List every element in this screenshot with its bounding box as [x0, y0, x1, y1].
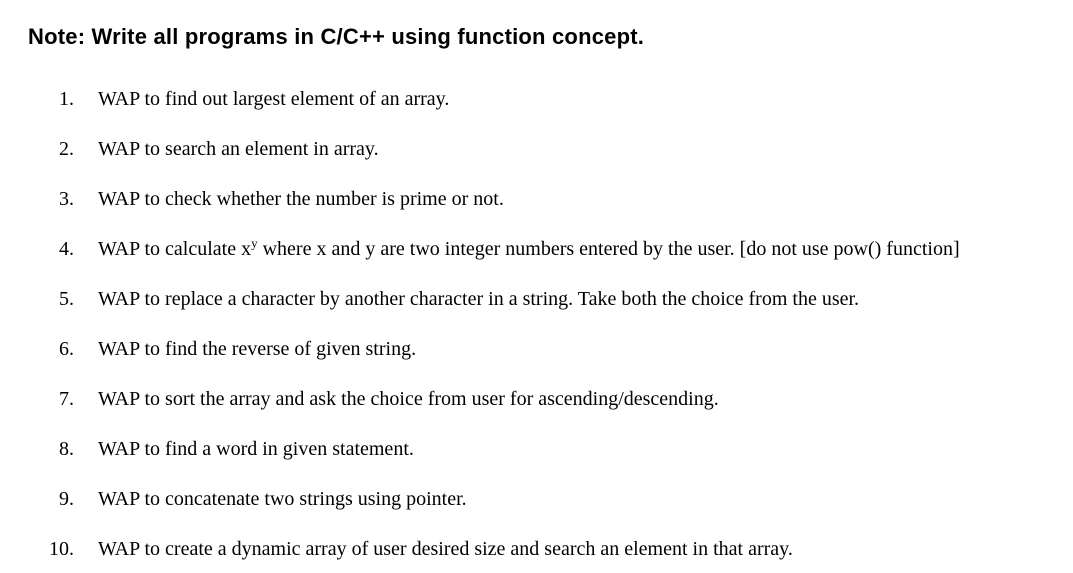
- item-number: 3.: [48, 180, 98, 218]
- item-number: 4.: [48, 230, 98, 268]
- item-number: 10.: [48, 530, 98, 568]
- list-item: 5. WAP to replace a character by another…: [48, 280, 1045, 318]
- list-item: 3. WAP to check whether the number is pr…: [48, 180, 1045, 218]
- item-text: WAP to sort the array and ask the choice…: [98, 380, 1045, 418]
- item-text: WAP to find a word in given statement.: [98, 430, 1045, 468]
- item-text: WAP to replace a character by another ch…: [98, 280, 1045, 318]
- item-number: 8.: [48, 430, 98, 468]
- item-text: WAP to find out largest element of an ar…: [98, 80, 1045, 118]
- item-text: WAP to create a dynamic array of user de…: [98, 530, 1045, 568]
- item-text: WAP to search an element in array.: [98, 130, 1045, 168]
- document-heading: Note: Write all programs in C/C++ using …: [28, 24, 1045, 50]
- list-item: 4. WAP to calculate xy where x and y are…: [48, 230, 1045, 268]
- list-item: 10. WAP to create a dynamic array of use…: [48, 530, 1045, 568]
- item-text: WAP to find the reverse of given string.: [98, 330, 1045, 368]
- item-number: 6.: [48, 330, 98, 368]
- item-number: 1.: [48, 80, 98, 118]
- list-item: 7. WAP to sort the array and ask the cho…: [48, 380, 1045, 418]
- list-item: 2. WAP to search an element in array.: [48, 130, 1045, 168]
- item-text: WAP to check whether the number is prime…: [98, 180, 1045, 218]
- item-number: 2.: [48, 130, 98, 168]
- item-number: 9.: [48, 480, 98, 518]
- list-item: 9. WAP to concatenate two strings using …: [48, 480, 1045, 518]
- list-item: 1. WAP to find out largest element of an…: [48, 80, 1045, 118]
- item-number: 5.: [48, 280, 98, 318]
- list-item: 8. WAP to find a word in given statement…: [48, 430, 1045, 468]
- list-item: 6. WAP to find the reverse of given stri…: [48, 330, 1045, 368]
- item-text: WAP to concatenate two strings using poi…: [98, 480, 1045, 518]
- item-text: WAP to calculate xy where x and y are tw…: [98, 230, 1045, 268]
- item-number: 7.: [48, 380, 98, 418]
- problems-list: 1. WAP to find out largest element of an…: [28, 80, 1045, 568]
